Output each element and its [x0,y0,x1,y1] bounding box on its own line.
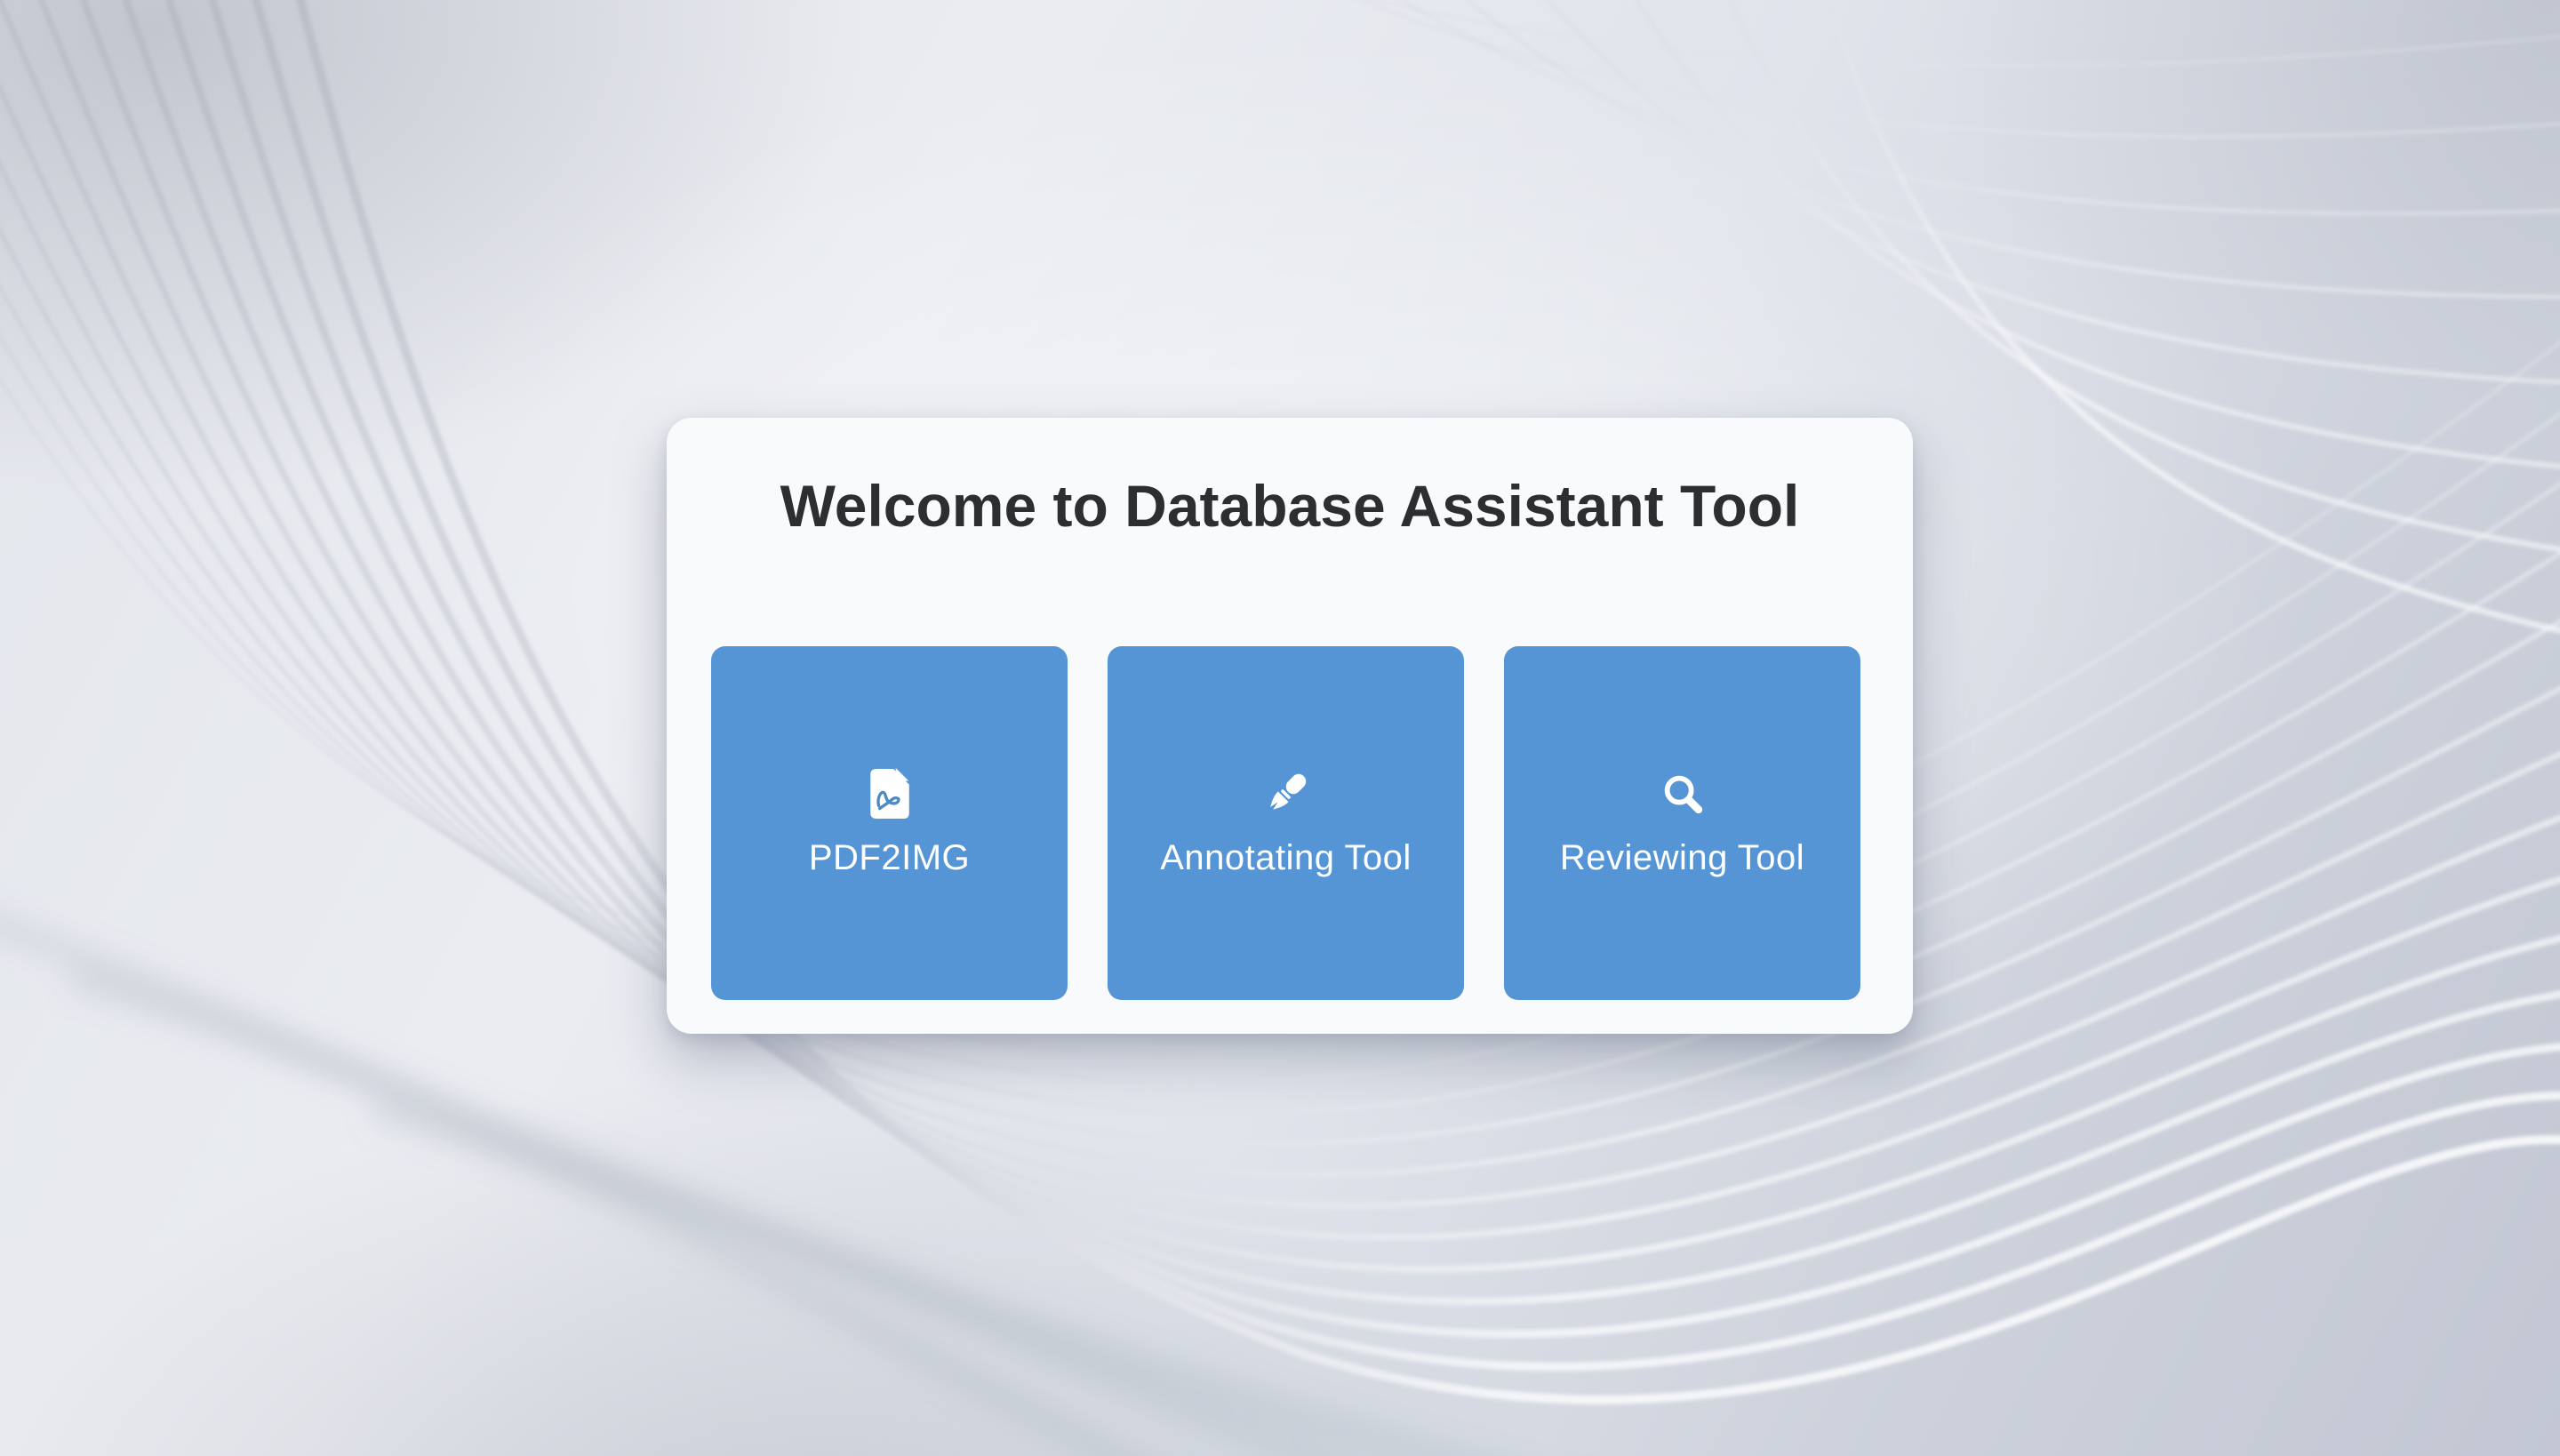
pen-nib-icon [1260,768,1312,820]
page-title: Welcome to Database Assistant Tool [667,473,1913,540]
tool-buttons: PDF2IMG Annotating Tool [711,646,1860,1000]
reviewing-tool-button[interactable]: Reviewing Tool [1504,646,1860,1000]
search-icon [1659,768,1707,820]
welcome-card: Welcome to Database Assistant Tool PDF2I… [667,418,1913,1034]
annotating-tool-button[interactable]: Annotating Tool [1108,646,1464,1000]
reviewing-tool-label: Reviewing Tool [1560,837,1804,878]
annotating-tool-label: Annotating Tool [1160,837,1412,878]
pdf2img-label: PDF2IMG [809,837,970,878]
pdf2img-button[interactable]: PDF2IMG [711,646,1068,1000]
file-pdf-icon [869,768,910,820]
